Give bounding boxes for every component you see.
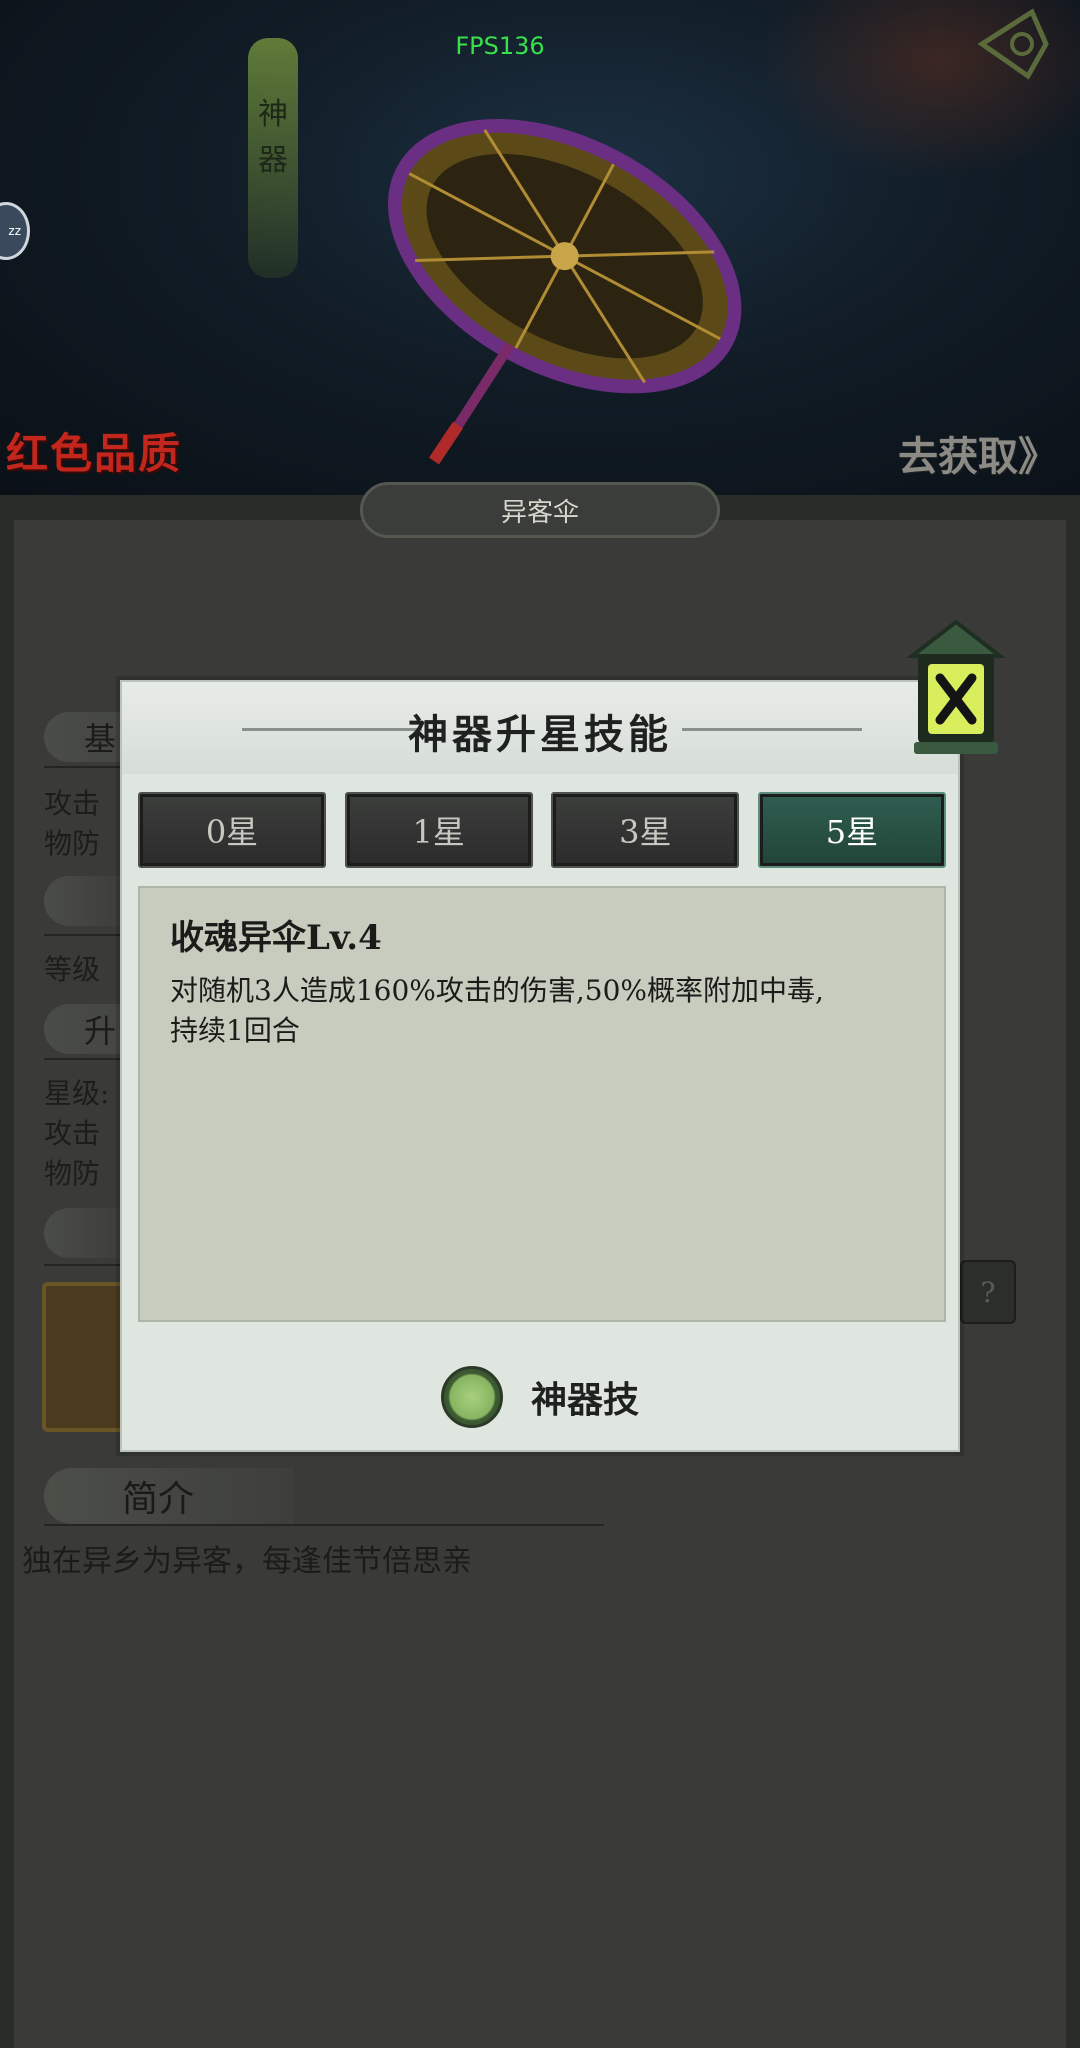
artifact-skill-dot-icon <box>440 1366 503 1428</box>
intro-section-header: 简介 <box>44 1468 294 1524</box>
tab-3-star[interactable]: 3星 <box>551 792 740 868</box>
skill-thumbnail[interactable] <box>42 1282 132 1432</box>
tab-1-star[interactable]: 1星 <box>344 792 533 868</box>
close-lantern-icon[interactable] <box>892 616 1020 766</box>
intro-title: 简介 <box>122 1479 195 1520</box>
tab-label: 3星 <box>619 813 672 851</box>
modal-title: 神器升星技能 <box>408 711 672 758</box>
banner-char-1: 神 <box>258 97 288 132</box>
artifact-artwork: 神 器 zz FPS136 红色品质 去获取》 <box>0 0 1080 495</box>
go-get-button[interactable]: 去获取》 <box>898 424 1058 482</box>
umbrella-artifact-image <box>388 119 742 465</box>
divider <box>44 766 124 768</box>
stat-attack-label: 攻击 <box>44 787 101 820</box>
item-name: 异客伞 <box>500 497 579 528</box>
banner-char-2: 器 <box>258 143 288 178</box>
tab-0-star[interactable]: 0星 <box>138 792 326 868</box>
tab-5-star[interactable]: 5星 <box>757 792 946 868</box>
tab-label: 1星 <box>412 813 465 851</box>
divider <box>44 1264 124 1266</box>
divider <box>44 1524 604 1526</box>
section-upgrade-label: 升 <box>84 1012 117 1050</box>
skill-type-legend: 神器技 <box>122 1362 958 1432</box>
artifact-banner: 神 器 <box>248 38 298 278</box>
divider <box>44 1058 124 1060</box>
fps-counter: FPS136 <box>455 32 545 60</box>
stat-phys-def-label: 物防 <box>44 827 101 860</box>
tab-label: 5星 <box>825 813 879 851</box>
item-name-plate: 异客伞 <box>360 482 720 538</box>
help-icon[interactable]: ? <box>960 1260 1016 1324</box>
skill-description-line-1: 对随机3人造成160%攻击的伤害,50%概率附加中毒, <box>170 974 824 1007</box>
star-level-label: 星级: <box>44 1077 110 1110</box>
divider <box>44 934 124 936</box>
modal-header: 神器升星技能 <box>122 682 958 774</box>
star-tabs: 0星 1星 3星 5星 <box>138 792 946 868</box>
stat-phys-def-label: 物防 <box>44 1157 101 1190</box>
section-base-label: 基 <box>84 720 117 758</box>
skill-name: 收魂异伞Lv.4 <box>170 918 382 958</box>
legend-label: 神器技 <box>530 1379 639 1421</box>
level-label: 等级 <box>44 953 101 986</box>
stat-attack-label: 攻击 <box>44 1117 101 1150</box>
side-orb-icon[interactable]: zz <box>0 202 30 260</box>
tab-label: 0星 <box>205 813 259 851</box>
help-glyph: ? <box>980 1275 996 1309</box>
skill-detail-box: 收魂异伞Lv.4 对随机3人造成160%攻击的伤害,50%概率附加中毒, 持续1… <box>138 886 946 1322</box>
quality-label: 红色品质 <box>6 429 183 478</box>
star-skill-modal: 神器升星技能 0星 1星 3星 5星 收魂异伞Lv.4 对随机3人造成160%攻… <box>120 680 960 1452</box>
skill-description-line-2: 持续1回合 <box>170 1014 300 1047</box>
intro-text: 独在异乡为异客，每逢佳节倍思亲 <box>22 1544 472 1579</box>
